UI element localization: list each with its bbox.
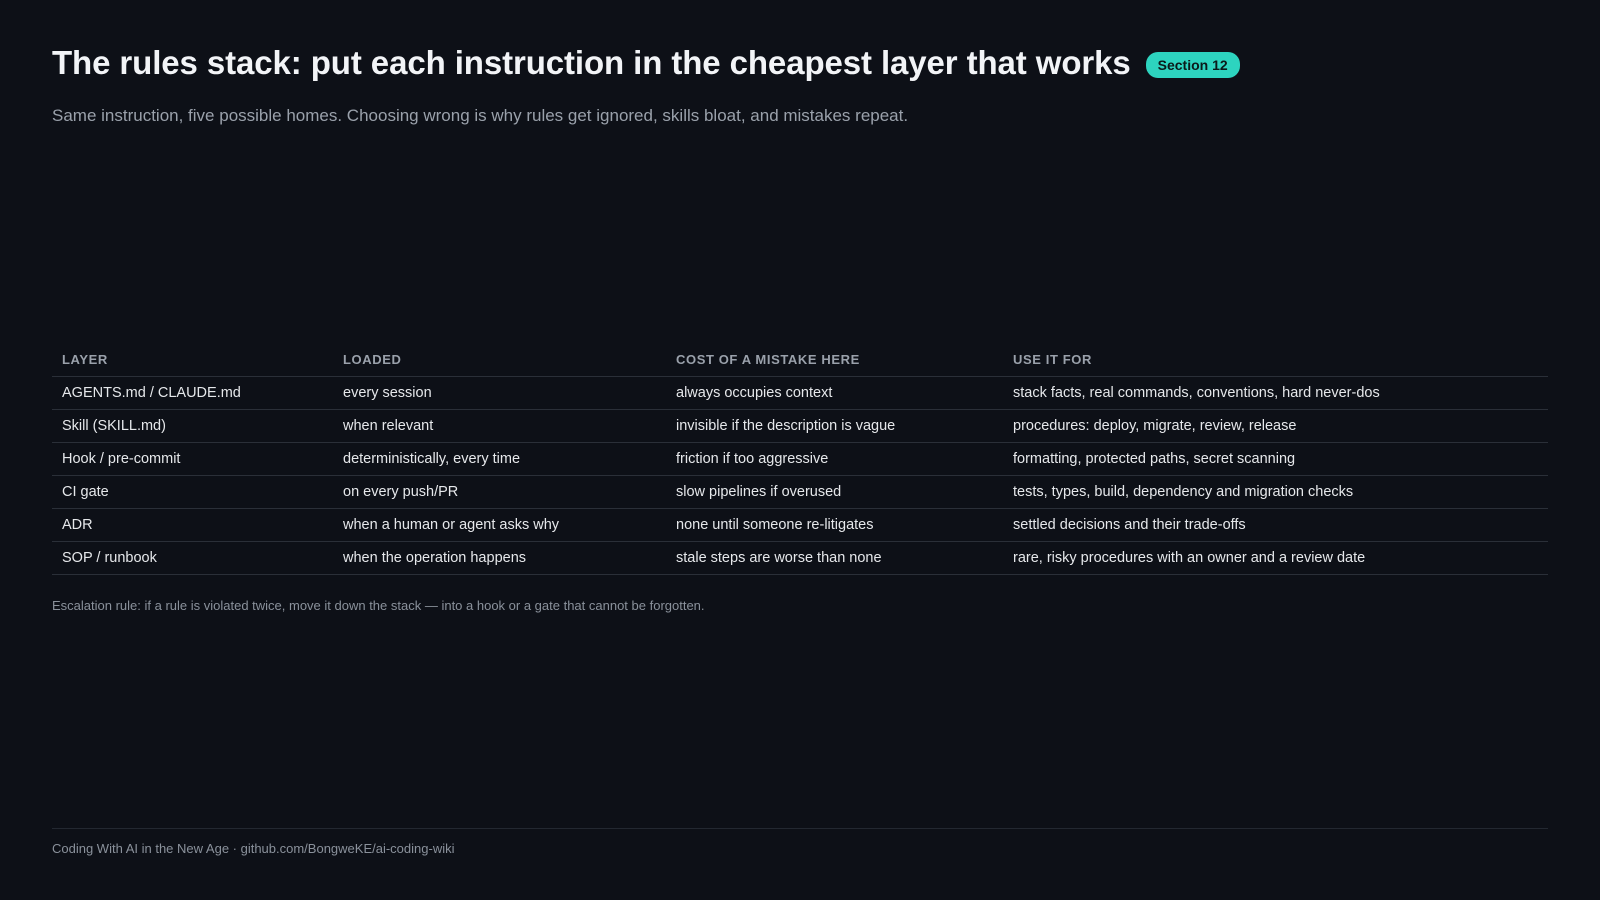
- page-title: The rules stack: put each instruction in…: [52, 44, 1131, 81]
- footer-divider: [52, 828, 1548, 829]
- footer-text: Coding With AI in the New Age · github.c…: [52, 841, 455, 856]
- cell-loaded: when the operation happens: [333, 541, 666, 575]
- cell-cost: invisible if the description is vague: [666, 409, 1003, 443]
- table-row: ADR when a human or agent asks why none …: [52, 508, 1548, 542]
- cell-use-for: tests, types, build, dependency and migr…: [1003, 475, 1548, 509]
- cell-cost: friction if too aggressive: [666, 442, 1003, 476]
- table-row: Skill (SKILL.md) when relevant invisible…: [52, 409, 1548, 443]
- cell-layer: SOP / runbook: [52, 541, 333, 575]
- cell-use-for: stack facts, real commands, conventions,…: [1003, 376, 1548, 410]
- cell-layer: Hook / pre-commit: [52, 442, 333, 476]
- table-row: SOP / runbook when the operation happens…: [52, 541, 1548, 575]
- cell-use-for: formatting, protected paths, secret scan…: [1003, 442, 1548, 476]
- cell-loaded: every session: [333, 376, 666, 410]
- cell-layer: CI gate: [52, 475, 333, 509]
- title-row: The rules stack: put each instruction in…: [52, 44, 1240, 82]
- rules-stack-table: LAYER LOADED COST OF A MISTAKE HERE USE …: [52, 342, 1548, 575]
- cell-cost: stale steps are worse than none: [666, 541, 1003, 575]
- cell-loaded: when relevant: [333, 409, 666, 443]
- cell-cost: always occupies context: [666, 376, 1003, 410]
- column-header-loaded: LOADED: [333, 342, 666, 377]
- section-badge: Section 12: [1145, 52, 1240, 78]
- table-row: Hook / pre-commit deterministically, eve…: [52, 442, 1548, 476]
- table-header-row: LAYER LOADED COST OF A MISTAKE HERE USE …: [52, 342, 1548, 377]
- cell-layer: Skill (SKILL.md): [52, 409, 333, 443]
- cell-loaded: on every push/PR: [333, 475, 666, 509]
- slide: The rules stack: put each instruction in…: [0, 0, 1600, 900]
- column-header-layer: LAYER: [52, 342, 333, 377]
- cell-cost: slow pipelines if overused: [666, 475, 1003, 509]
- cell-loaded: when a human or agent asks why: [333, 508, 666, 542]
- table-row: AGENTS.md / CLAUDE.md every session alwa…: [52, 376, 1548, 410]
- cell-layer: ADR: [52, 508, 333, 542]
- cell-layer: AGENTS.md / CLAUDE.md: [52, 376, 333, 410]
- column-header-cost: COST OF A MISTAKE HERE: [666, 342, 1003, 377]
- cell-use-for: procedures: deploy, migrate, review, rel…: [1003, 409, 1548, 443]
- cell-loaded: deterministically, every time: [333, 442, 666, 476]
- cell-use-for: rare, risky procedures with an owner and…: [1003, 541, 1548, 575]
- table-row: CI gate on every push/PR slow pipelines …: [52, 475, 1548, 509]
- cell-use-for: settled decisions and their trade-offs: [1003, 508, 1548, 542]
- page-subtitle: Same instruction, five possible homes. C…: [52, 106, 909, 125]
- cell-cost: none until someone re-litigates: [666, 508, 1003, 542]
- escalation-note: Escalation rule: if a rule is violated t…: [52, 598, 705, 613]
- column-header-use-for: USE IT FOR: [1003, 342, 1548, 377]
